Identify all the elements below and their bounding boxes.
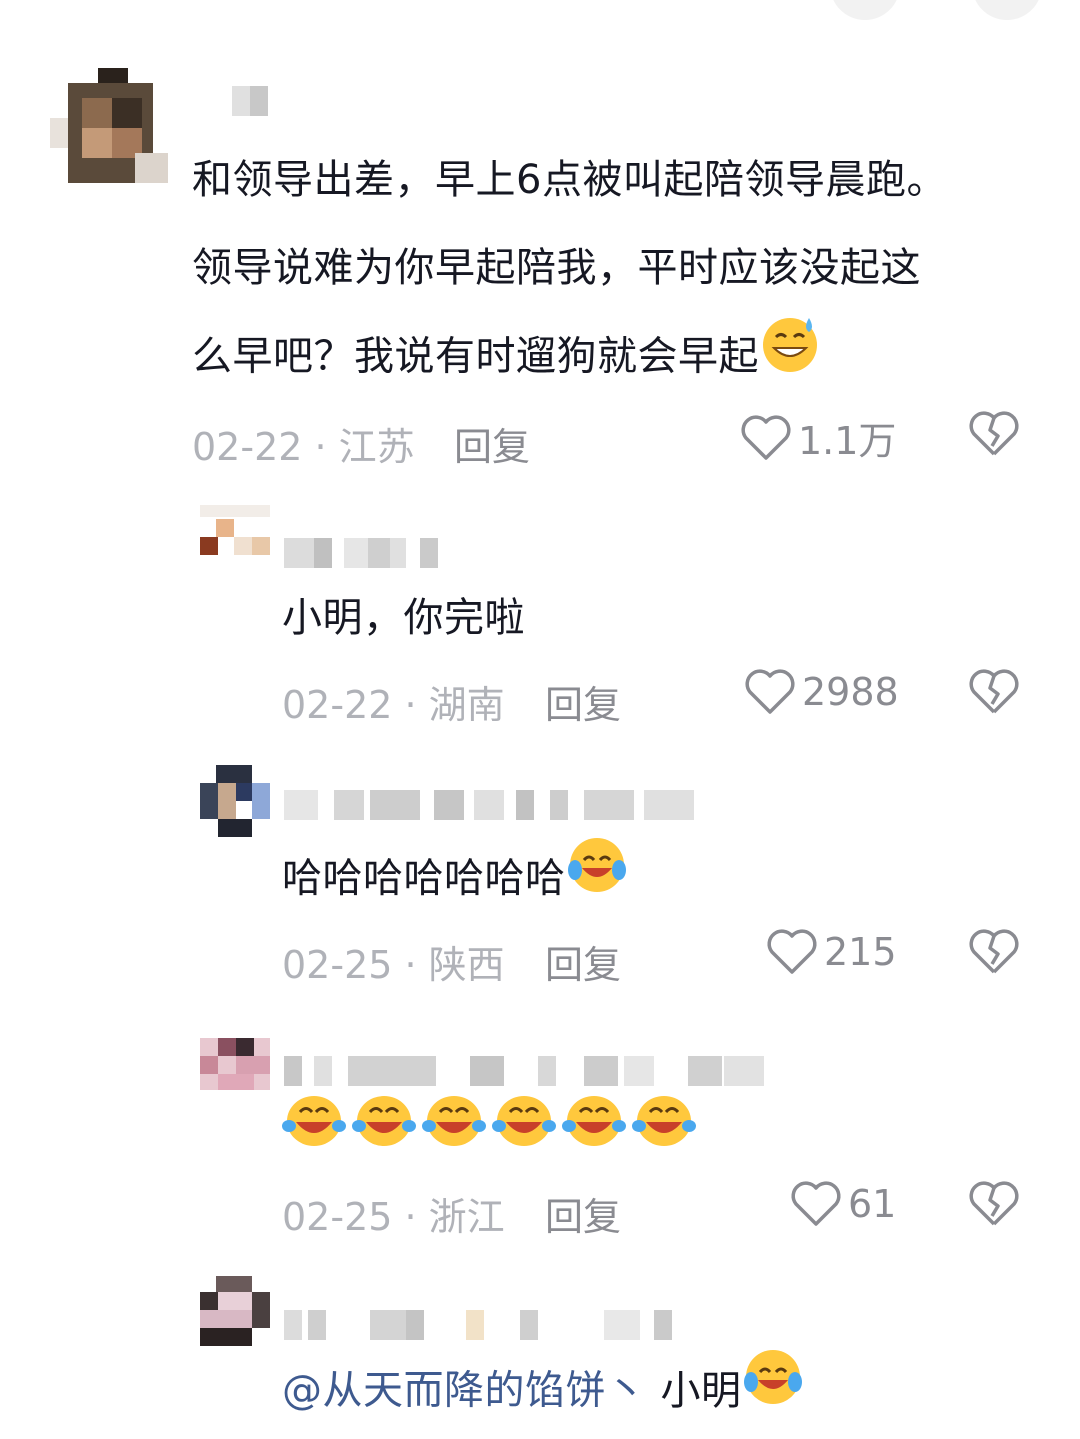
heart-icon — [791, 1181, 841, 1226]
reply-button[interactable]: 回复 — [454, 416, 530, 471]
mention-link[interactable]: @从天而降的馅饼丶 — [282, 1368, 647, 1414]
avatar[interactable] — [200, 1276, 270, 1346]
sweat-grin-emoji — [759, 312, 821, 405]
like-count: 1.1万 — [798, 419, 897, 463]
reply-button[interactable]: 回复 — [545, 1186, 621, 1241]
like-button[interactable]: 1.1万 — [740, 410, 896, 465]
avatar[interactable] — [200, 505, 270, 565]
avatar[interactable] — [200, 765, 270, 837]
laughing-tears-emoji — [562, 1088, 626, 1181]
heart-icon — [741, 414, 791, 460]
laughing-tears-emoji — [282, 1088, 346, 1181]
laughing-tears-emoji — [632, 1088, 696, 1181]
more-button[interactable] — [972, 0, 1042, 20]
comment-meta: 02-22 · 江苏 — [192, 425, 415, 469]
reply-button[interactable]: 回复 — [545, 934, 621, 989]
avatar[interactable] — [50, 68, 168, 186]
dislike-button[interactable] — [968, 928, 1020, 980]
dislike-button[interactable] — [968, 410, 1020, 462]
reply-meta: 02-22 · 湖南 — [282, 683, 505, 727]
broken-heart-icon — [969, 1181, 1019, 1226]
comment-text: 和领导出差，早上6点被叫起陪领导晨跑。 领导说难为你早起陪我，平时应该没起这 么… — [192, 136, 1032, 405]
like-button[interactable]: 2988 — [744, 668, 899, 716]
heart-icon — [745, 669, 795, 714]
username-blurred[interactable] — [284, 1056, 774, 1086]
like-count: 61 — [848, 1182, 897, 1226]
username-blurred[interactable] — [284, 538, 454, 568]
username-blurred[interactable] — [284, 1310, 694, 1340]
broken-heart-icon — [969, 929, 1019, 974]
reply-text: @从天而降的馅饼丶 小明 — [282, 1346, 804, 1439]
broken-heart-icon — [969, 411, 1019, 456]
reply-emojis — [282, 1088, 702, 1181]
broken-heart-icon — [969, 669, 1019, 714]
reply-meta: 02-25 · 陕西 — [282, 943, 505, 987]
reply-text: 哈哈哈哈哈哈哈 — [282, 834, 628, 927]
reply-button[interactable]: 回复 — [545, 674, 621, 729]
laughing-tears-emoji — [352, 1088, 416, 1181]
back-button[interactable] — [830, 0, 900, 20]
laughing-tears-emoji — [492, 1088, 556, 1181]
tears-of-joy-emoji — [742, 1346, 804, 1439]
like-button[interactable]: 215 — [766, 928, 897, 976]
like-count: 215 — [824, 930, 897, 974]
username-blurred[interactable] — [232, 86, 272, 116]
reply-meta: 02-25 · 浙江 — [282, 1195, 505, 1239]
tears-of-joy-emoji — [566, 834, 628, 927]
laughing-tears-emoji — [422, 1088, 486, 1181]
reply-text: 小明，你完啦 — [282, 595, 525, 641]
like-button[interactable]: 61 — [790, 1180, 896, 1228]
dislike-button[interactable] — [968, 1180, 1020, 1232]
username-blurred[interactable] — [284, 790, 704, 820]
dislike-button[interactable] — [968, 668, 1020, 720]
like-count: 2988 — [802, 670, 899, 714]
heart-icon — [767, 929, 817, 974]
avatar[interactable] — [200, 1038, 270, 1090]
